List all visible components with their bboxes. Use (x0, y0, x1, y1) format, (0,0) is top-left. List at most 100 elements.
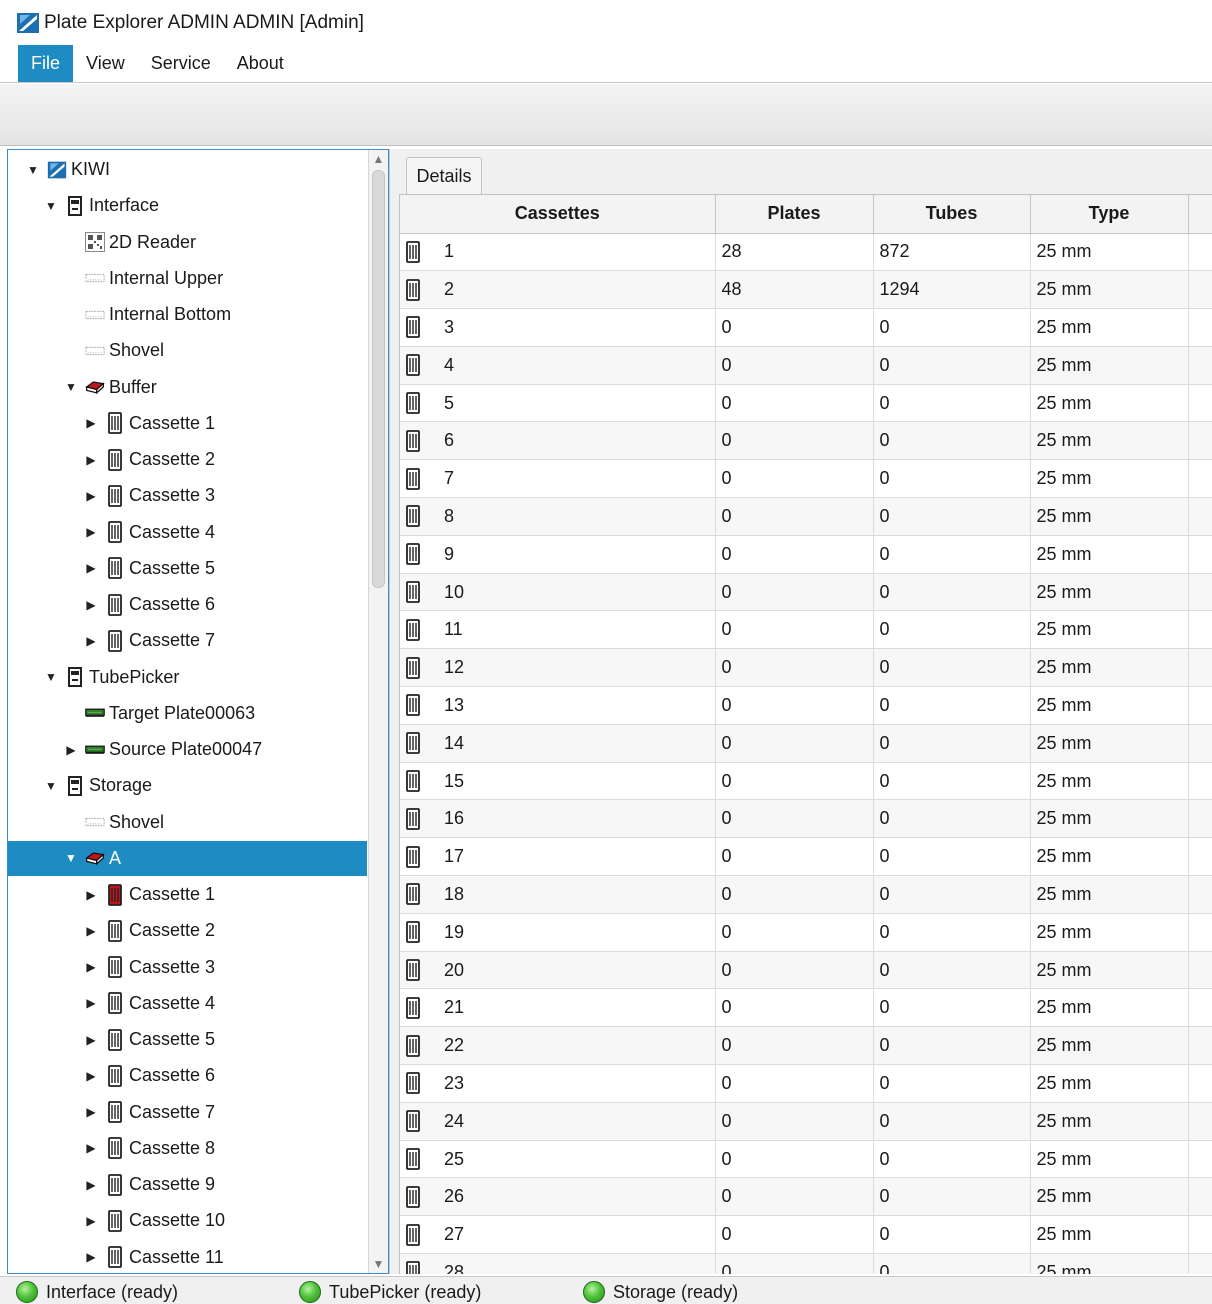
expand-arrow-icon[interactable]: ▶ (83, 996, 99, 1010)
expand-arrow-icon[interactable]: ▶ (83, 525, 99, 539)
tree-item[interactable]: ▼ Storage (8, 768, 367, 803)
table-row[interactable]: 22 0 0 25 mm (400, 1026, 1212, 1066)
expand-arrow-icon[interactable]: ▶ (83, 489, 99, 503)
collapse-arrow-icon[interactable]: ▼ (63, 380, 79, 394)
expand-arrow-icon[interactable]: ▶ (83, 1105, 99, 1119)
tree-item[interactable]: Internal Bottom (8, 297, 367, 332)
tree-item[interactable]: Shovel (8, 333, 367, 368)
expand-arrow-icon[interactable]: ▶ (83, 888, 99, 902)
tree-item[interactable]: ▶ Cassette 7 (8, 623, 367, 658)
table-row[interactable]: 8 0 0 25 mm (400, 497, 1212, 536)
collapse-arrow-icon[interactable]: ▼ (43, 199, 59, 213)
expand-arrow-icon[interactable]: ▶ (83, 1033, 99, 1047)
tree-item[interactable]: ▶ Cassette 4 (8, 986, 367, 1021)
expand-arrow-icon[interactable]: ▶ (83, 924, 99, 938)
column-header-plates[interactable]: Plates (715, 195, 874, 234)
tree-item[interactable]: ▼ TubePicker (8, 660, 367, 695)
tree-item[interactable]: ▶ Cassette 3 (8, 950, 367, 985)
tree-item[interactable]: ▶ Cassette 5 (8, 1022, 367, 1057)
table-row[interactable]: 10 0 0 25 mm (400, 573, 1212, 612)
table-row[interactable]: 11 0 0 25 mm (400, 610, 1212, 650)
tree-item[interactable]: ▼ A (8, 840, 367, 876)
tree-item[interactable]: ▼ Buffer (8, 370, 367, 405)
collapse-arrow-icon[interactable]: ▼ (63, 851, 79, 865)
tree-item[interactable]: Internal Upper (8, 261, 367, 296)
tree-item[interactable]: ▶ Cassette 9 (8, 1167, 367, 1202)
tree-item[interactable]: ▼ KIWI (8, 152, 367, 187)
menu-file[interactable]: File (18, 45, 74, 82)
expand-arrow-icon[interactable]: ▶ (83, 561, 99, 575)
expand-arrow-icon[interactable]: ▶ (83, 453, 99, 467)
table-row[interactable]: 16 0 0 25 mm (400, 799, 1212, 839)
tree-item[interactable]: Target Plate00063 (8, 696, 367, 731)
tree-item[interactable]: ▶ Cassette 6 (8, 1058, 367, 1093)
menu-about[interactable]: About (224, 45, 297, 82)
table-row[interactable]: 27 0 0 25 mm (400, 1215, 1212, 1255)
expand-arrow-icon[interactable]: ▶ (83, 1214, 99, 1228)
expand-arrow-icon[interactable]: ▶ (83, 1178, 99, 1192)
expand-arrow-icon[interactable]: ▶ (83, 598, 99, 612)
table-row[interactable]: 26 0 0 25 mm (400, 1177, 1212, 1217)
tree-item[interactable]: ▶ Cassette 2 (8, 913, 367, 948)
table-row[interactable]: 6 0 0 25 mm (400, 421, 1212, 461)
tree-item[interactable]: ▶ Source Plate00047 (8, 732, 367, 767)
expand-arrow-icon[interactable]: ▶ (83, 634, 99, 648)
tree-item[interactable]: ▶ Cassette 5 (8, 551, 367, 586)
menu-service[interactable]: Service (138, 45, 224, 82)
table-row[interactable]: 18 0 0 25 mm (400, 875, 1212, 914)
table-row[interactable]: 15 0 0 25 mm (400, 762, 1212, 801)
slot-icon (85, 267, 105, 289)
table-row[interactable]: 3 0 0 25 mm (400, 308, 1212, 347)
tree-item[interactable]: ▼ Interface (8, 188, 367, 223)
expand-arrow-icon[interactable]: ▶ (83, 1250, 99, 1264)
table-row[interactable]: 1 28 872 25 mm (400, 233, 1212, 272)
tree-item[interactable]: ▶ Cassette 2 (8, 442, 367, 477)
tree-item[interactable]: ▶ Cassette 1 (8, 406, 367, 441)
table-row[interactable]: 25 0 0 25 mm (400, 1140, 1212, 1179)
collapse-arrow-icon[interactable]: ▼ (43, 779, 59, 793)
column-header-cassettes[interactable]: Cassettes (400, 195, 716, 234)
tree-item[interactable]: ▶ Cassette 10 (8, 1203, 367, 1238)
column-header-type[interactable]: Type (1030, 195, 1189, 234)
cell-filler (1188, 535, 1212, 574)
collapse-arrow-icon[interactable]: ▼ (25, 163, 41, 177)
tab-details[interactable]: Details (406, 157, 482, 194)
table-row[interactable]: 2 48 1294 25 mm (400, 270, 1212, 310)
collapse-arrow-icon[interactable]: ▼ (43, 670, 59, 684)
table-row[interactable]: 14 0 0 25 mm (400, 724, 1212, 763)
device-tree[interactable]: ▼ KIWI ▼ Interface 2D Reader Internal Upper In… (7, 149, 389, 1274)
table-row[interactable]: 7 0 0 25 mm (400, 459, 1212, 499)
expand-arrow-icon[interactable]: ▶ (83, 960, 99, 974)
table-row[interactable]: 12 0 0 25 mm (400, 648, 1212, 688)
menu-view[interactable]: View (73, 45, 138, 82)
tree-item[interactable]: ▶ Cassette 11 (8, 1240, 367, 1274)
table-row[interactable]: 23 0 0 25 mm (400, 1064, 1212, 1103)
column-header-tubes[interactable]: Tubes (873, 195, 1031, 234)
tree-item[interactable]: 2D Reader (8, 225, 367, 260)
table-row[interactable]: 4 0 0 25 mm (400, 346, 1212, 385)
table-row[interactable]: 19 0 0 25 mm (400, 913, 1212, 952)
table-row[interactable]: 5 0 0 25 mm (400, 384, 1212, 423)
tree-item[interactable]: ▶ Cassette 7 (8, 1095, 367, 1130)
table-row[interactable]: 24 0 0 25 mm (400, 1102, 1212, 1141)
expand-arrow-icon[interactable]: ▶ (83, 1069, 99, 1083)
expand-arrow-icon[interactable]: ▶ (83, 416, 99, 430)
expand-arrow-icon[interactable]: ▶ (63, 743, 79, 757)
table-row[interactable]: 9 0 0 25 mm (400, 535, 1212, 574)
expand-arrow-icon[interactable]: ▶ (83, 1141, 99, 1155)
table-row[interactable]: 20 0 0 25 mm (400, 951, 1212, 990)
scroll-thumb[interactable] (372, 170, 385, 588)
table-row[interactable]: 21 0 0 25 mm (400, 988, 1212, 1028)
table-row[interactable]: 13 0 0 25 mm (400, 686, 1212, 725)
tree-item[interactable]: ▶ Cassette 8 (8, 1131, 367, 1166)
tree-item[interactable]: ▶ Cassette 1 (8, 877, 367, 912)
scroll-up-button[interactable]: ▲ (369, 150, 388, 168)
table-row[interactable]: 17 0 0 25 mm (400, 837, 1212, 877)
tree-item[interactable]: ▶ Cassette 4 (8, 515, 367, 550)
tree-item[interactable]: Shovel (8, 805, 367, 840)
table-row[interactable]: 28 0 0 25 mm (400, 1253, 1212, 1274)
tree-item[interactable]: ▶ Cassette 3 (8, 478, 367, 513)
scroll-down-button[interactable]: ▼ (369, 1255, 388, 1273)
tree-scrollbar[interactable]: ▲ ▼ (368, 150, 388, 1273)
tree-item[interactable]: ▶ Cassette 6 (8, 587, 367, 622)
